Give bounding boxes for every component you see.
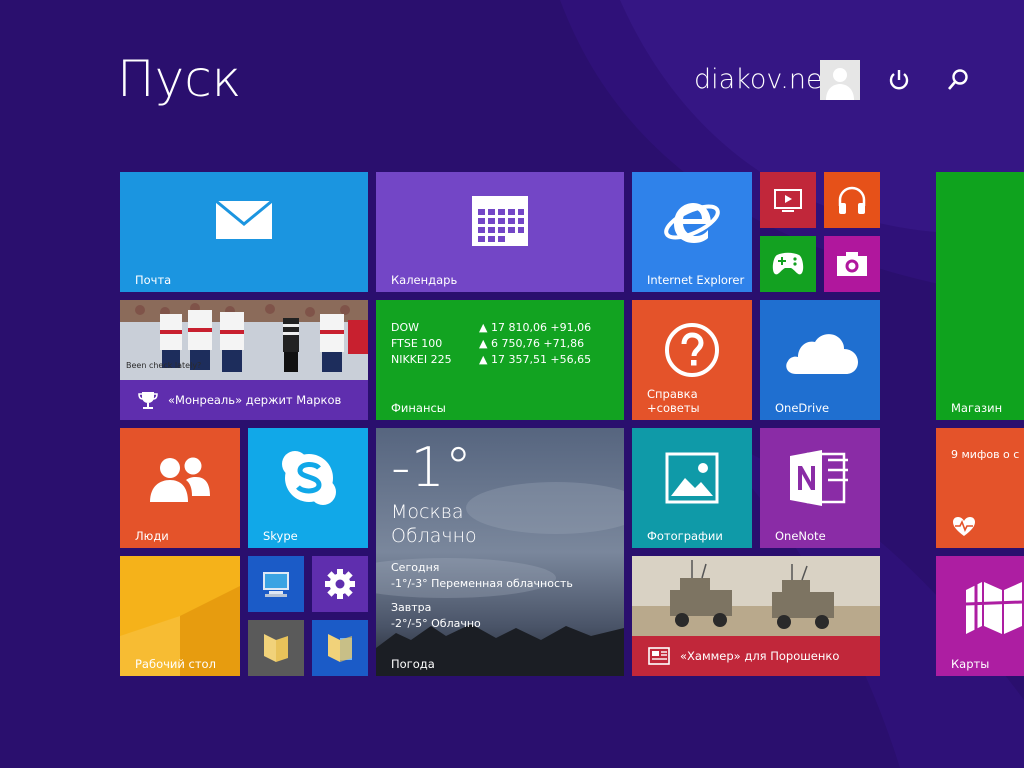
- tile-desktop-label: Рабочий стол: [135, 657, 216, 671]
- tile-finance[interactable]: DOW ▲ 17 810,06 +91,06 FTSE 100 ▲ 6 750,76…: [376, 300, 624, 420]
- user-silhouette-icon: [826, 68, 854, 100]
- tile-weather-label: Погода: [391, 657, 435, 671]
- tile-documents[interactable]: [312, 620, 368, 676]
- tile-skype-label: Skype: [263, 529, 298, 543]
- skype-icon: [282, 451, 336, 505]
- trophy-icon: [138, 392, 158, 409]
- headphones-icon: [838, 186, 866, 214]
- weather-today: Сегодня -1°/-3° Переменная облачность: [391, 561, 573, 590]
- tile-skype[interactable]: Skype: [248, 428, 368, 548]
- news-photo: [632, 556, 880, 636]
- tile-ie-label: Internet Explorer: [647, 273, 745, 287]
- weather-tomorrow: Завтра -2°/-5° Облачно: [391, 601, 481, 630]
- news-caption: «Хаммер» для Порошенко: [680, 649, 840, 663]
- tile-help[interactable]: Справка +советы: [632, 300, 752, 420]
- sports-photo-ad-text: Been check lately?: [126, 361, 201, 370]
- tile-games[interactable]: [760, 236, 816, 292]
- search-icon[interactable]: [945, 66, 971, 94]
- tile-sports[interactable]: Been check lately? «Монреаль» держит Мар…: [120, 300, 368, 420]
- folder-icon: [264, 634, 288, 662]
- tile-music[interactable]: [824, 172, 880, 228]
- video-icon: [774, 189, 802, 212]
- sports-caption: «Монреаль» держит Марков: [168, 393, 342, 407]
- tile-mail[interactable]: Почта: [120, 172, 368, 292]
- mail-icon: [215, 200, 273, 239]
- user-name[interactable]: diakov.net: [694, 64, 833, 95]
- onedrive-cloud-icon: [786, 334, 858, 374]
- gear-icon: [325, 569, 355, 599]
- onenote-icon: [790, 450, 848, 506]
- help-icon: [665, 323, 719, 377]
- tile-settings[interactable]: [312, 556, 368, 612]
- tile-news[interactable]: «Хаммер» для Порошенко: [632, 556, 880, 676]
- avatar[interactable]: [820, 60, 860, 100]
- tile-computer[interactable]: [248, 556, 304, 612]
- tile-store[interactable]: Магазин: [936, 172, 1024, 420]
- internet-explorer-icon: [664, 203, 720, 243]
- tile-onenote[interactable]: OneNote: [760, 428, 880, 548]
- tile-mail-label: Почта: [135, 273, 172, 287]
- calendar-icon: [472, 196, 528, 246]
- tile-calendar-label: Календарь: [391, 273, 458, 287]
- tile-people[interactable]: Люди: [120, 428, 240, 548]
- tile-onedrive-label: OneDrive: [775, 401, 830, 415]
- tile-photos-label: Фотографии: [647, 529, 723, 543]
- tile-onedrive[interactable]: OneDrive: [760, 300, 880, 420]
- tile-photos[interactable]: Фотографии: [632, 428, 752, 548]
- tile-people-label: Люди: [135, 529, 169, 543]
- map-icon: [965, 582, 1023, 634]
- tile-camera[interactable]: [824, 236, 880, 292]
- tile-maps[interactable]: Карты: [936, 556, 1024, 676]
- news-icon: [648, 647, 670, 665]
- tile-internet-explorer[interactable]: Internet Explorer: [632, 172, 752, 292]
- tile-onenote-label: OneNote: [775, 529, 826, 543]
- tile-desktop[interactable]: Рабочий стол: [120, 556, 240, 676]
- tile-calendar[interactable]: Календарь: [376, 172, 624, 292]
- heart-rate-icon: [953, 517, 975, 536]
- start-title: Пуск: [117, 50, 242, 108]
- power-icon[interactable]: [886, 66, 912, 94]
- tile-video[interactable]: [760, 172, 816, 228]
- weather-location: Москва Облачно: [391, 501, 477, 547]
- computer-icon: [263, 572, 289, 597]
- sports-photo: Been check lately?: [120, 300, 368, 380]
- gamepad-icon: [772, 252, 804, 275]
- tile-maps-label: Карты: [951, 657, 990, 671]
- folder-documents-icon: [328, 634, 352, 662]
- weather-temperature: -1°: [391, 436, 472, 499]
- camera-icon: [837, 252, 867, 276]
- tile-store-label: Магазин: [951, 401, 1003, 415]
- tile-finance-label: Финансы: [391, 401, 446, 415]
- tile-help-label: Справка +советы: [647, 387, 700, 415]
- tile-health[interactable]: 9 мифов о с: [936, 428, 1024, 548]
- photo-icon: [665, 452, 719, 504]
- people-icon: [150, 457, 210, 502]
- tile-weather[interactable]: -1° Москва Облачно Сегодня -1°/-3° Перемен…: [376, 428, 624, 676]
- tile-folder[interactable]: [248, 620, 304, 676]
- health-headline: 9 мифов о с: [951, 448, 1020, 461]
